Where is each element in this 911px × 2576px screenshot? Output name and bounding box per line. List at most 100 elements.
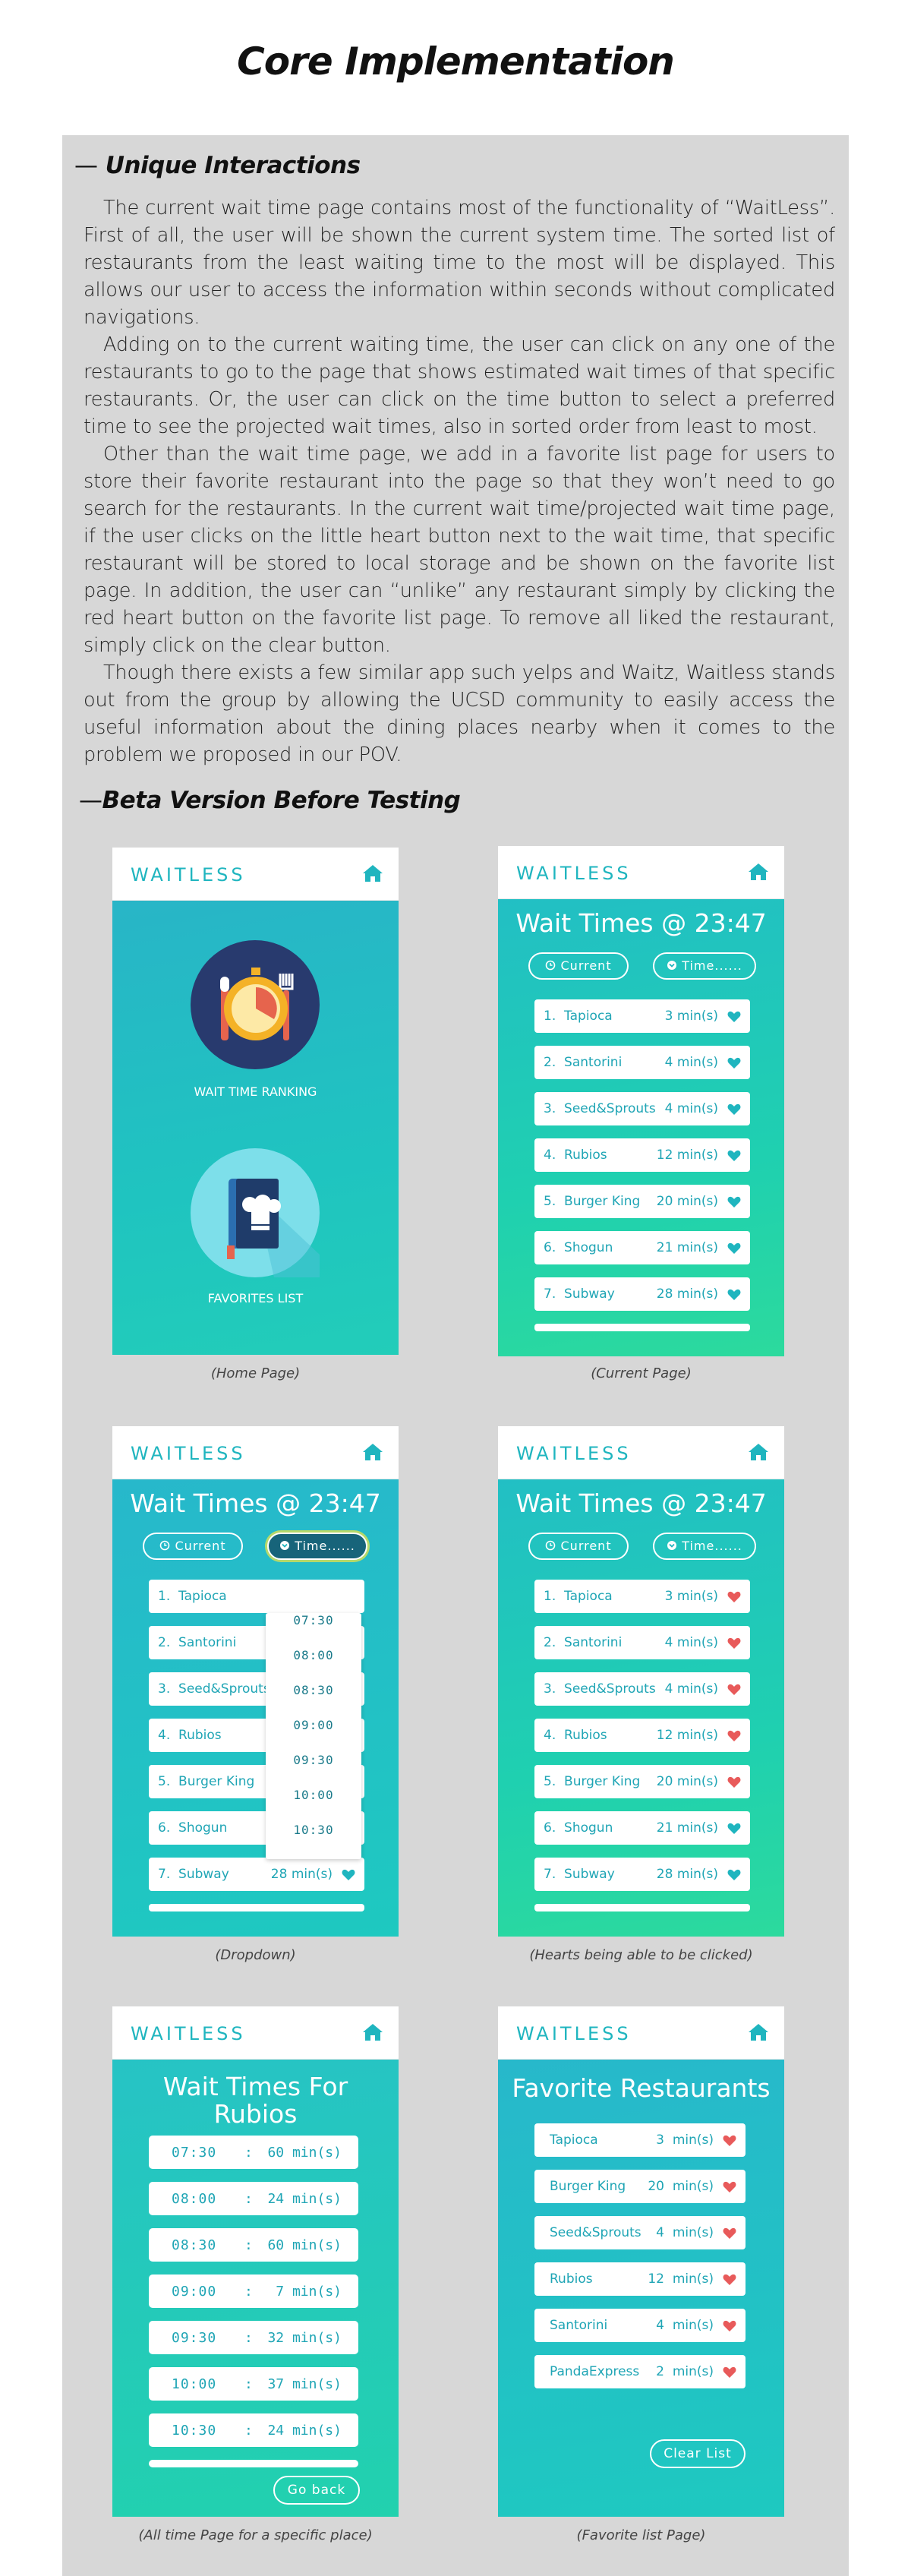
dropdown-option[interactable]: 10:30 xyxy=(266,1823,361,1858)
heart-icon[interactable] xyxy=(727,1150,741,1162)
chevron-down-icon xyxy=(667,1540,677,1551)
restaurant-name: Rubios xyxy=(178,1728,222,1743)
rank: 2. xyxy=(158,1635,171,1650)
heart-icon-liked[interactable] xyxy=(727,1684,741,1696)
home-icon[interactable] xyxy=(362,863,383,883)
heart-icon[interactable] xyxy=(727,1057,741,1069)
time-slot: 10:00 xyxy=(172,2376,217,2392)
favorites-list-label[interactable]: FAVORITES LIST xyxy=(112,1291,399,1305)
list-item[interactable]: 5. Burger King 20 min(s) xyxy=(534,1765,750,1798)
chef-book-icon[interactable] xyxy=(191,1148,320,1277)
home-icon[interactable] xyxy=(362,1442,383,1462)
heart-icon[interactable] xyxy=(727,1103,741,1116)
wait-value: 20 xyxy=(648,2179,664,2194)
heart-icon[interactable] xyxy=(727,1869,741,1881)
rank: 7. xyxy=(544,1867,556,1882)
list-item[interactable]: 4. Rubios 12 min(s) xyxy=(534,1719,750,1752)
timer-fork-knife-icon[interactable] xyxy=(191,940,320,1069)
clear-list-button[interactable]: Clear List xyxy=(650,2439,746,2468)
restaurant-name: Santorini xyxy=(178,1635,237,1650)
list-item[interactable]: 6. Shogun 21 min(s) xyxy=(534,1231,750,1264)
heart-icon-liked[interactable] xyxy=(723,2135,736,2147)
restaurant-name: Tapioca xyxy=(564,1009,613,1024)
wait-value: 60 min(s) xyxy=(267,2145,342,2161)
heart-icon[interactable] xyxy=(727,1011,741,1023)
brand-logo: WAITLESS xyxy=(131,864,246,886)
app-header: WAITLESS xyxy=(112,2006,399,2060)
heart-icon-liked[interactable] xyxy=(723,2227,736,2240)
heart-icon[interactable] xyxy=(727,1242,741,1255)
dropdown-option[interactable]: 08:00 xyxy=(266,1648,361,1683)
wait-value: 7 min(s) xyxy=(276,2284,342,2300)
time-button-active[interactable]: Time...... xyxy=(267,1533,367,1560)
list-item-partial xyxy=(534,1324,750,1331)
current-body: Wait Times @ 23:47 Current Time...... 1.… xyxy=(498,899,784,1356)
wait-time: 4 min(s) xyxy=(664,1681,718,1697)
wait-value: 32 min(s) xyxy=(267,2330,342,2346)
heart-icon-liked[interactable] xyxy=(727,1591,741,1603)
dropdown-option[interactable]: 07:30 xyxy=(266,1613,361,1648)
heart-icon[interactable] xyxy=(342,1869,355,1881)
favorite-item[interactable]: Burger King 20 min(s) xyxy=(534,2170,746,2203)
wait-value: 4 xyxy=(656,2225,664,2240)
home-icon[interactable] xyxy=(748,2022,769,2042)
list-item[interactable]: 6. Shogun 21 min(s) xyxy=(534,1811,750,1845)
list-item[interactable]: 2. Santorini 4 min(s) xyxy=(534,1626,750,1659)
list-item[interactable]: 4. Rubios 12 min(s) xyxy=(534,1138,750,1172)
chevron-down-icon xyxy=(667,960,677,971)
wait-time: 28 min(s) xyxy=(656,1286,718,1302)
favorite-item[interactable]: Santorini 4 min(s) xyxy=(534,2309,746,2342)
list-item[interactable]: 5. Burger King 20 min(s) xyxy=(534,1185,750,1218)
list-item[interactable]: 1. Tapioca xyxy=(149,1580,364,1613)
home-icon[interactable] xyxy=(748,1442,769,1462)
favorite-item[interactable]: Rubios 12 min(s) xyxy=(534,2262,746,2296)
home-icon[interactable] xyxy=(748,862,769,882)
heart-icon[interactable] xyxy=(727,1196,741,1208)
wait-time: 4 min(s) xyxy=(664,1635,718,1650)
list-item[interactable]: 7. Subway 28 min(s) xyxy=(149,1858,364,1891)
current-button[interactable]: Current xyxy=(528,1533,629,1560)
list-item[interactable]: 3. Seed&Sprouts 4 min(s) xyxy=(534,1672,750,1706)
restaurant-name: Shogun xyxy=(564,1820,613,1836)
heart-icon[interactable] xyxy=(727,1289,741,1301)
home-icon[interactable] xyxy=(362,2022,383,2042)
wait-time: 3 min(s) xyxy=(664,1589,718,1604)
dropdown-option[interactable]: 09:30 xyxy=(266,1753,361,1788)
current-button[interactable]: Current xyxy=(143,1533,243,1560)
favorite-item[interactable]: PandaExpress 2 min(s) xyxy=(534,2355,746,2388)
list-item[interactable]: 1. Tapioca 3 min(s) xyxy=(534,999,750,1033)
wait-time-ranking-label[interactable]: WAIT TIME RANKING xyxy=(112,1084,399,1099)
favorite-item[interactable]: Tapioca 3 min(s) xyxy=(534,2123,746,2157)
go-back-button[interactable]: Go back xyxy=(273,2476,360,2505)
dropdown-option[interactable]: 09:00 xyxy=(266,1718,361,1753)
rank: 2. xyxy=(544,1635,556,1650)
time-slot: 10:30 xyxy=(172,2423,217,2439)
heart-icon-liked[interactable] xyxy=(727,1637,741,1649)
dropdown-option[interactable]: 08:30 xyxy=(266,1683,361,1718)
restaurant-name: Santorini xyxy=(564,1055,623,1070)
time-button[interactable]: Time...... xyxy=(653,1533,756,1560)
favorite-item[interactable]: Seed&Sprouts 4 min(s) xyxy=(534,2216,746,2249)
heart-icon-liked[interactable] xyxy=(723,2366,736,2379)
separator: : xyxy=(244,2145,253,2161)
wait-time: 21 min(s) xyxy=(656,1240,718,1255)
list-item[interactable]: 7. Subway 28 min(s) xyxy=(534,1858,750,1891)
heart-icon-liked[interactable] xyxy=(723,2320,736,2332)
heart-icon-liked[interactable] xyxy=(723,2181,736,2193)
time-button[interactable]: Time...... xyxy=(653,952,756,980)
clock-icon xyxy=(545,1540,556,1551)
heart-icon[interactable] xyxy=(727,1823,741,1835)
list-item[interactable]: 7. Subway 28 min(s) xyxy=(534,1277,750,1311)
list-item[interactable]: 1. Tapioca 3 min(s) xyxy=(534,1580,750,1613)
list-item[interactable]: 2. Santorini 4 min(s) xyxy=(534,1046,750,1079)
restaurant-name: Burger King xyxy=(550,2179,626,2194)
wait-time: 4 min(s) xyxy=(664,1101,718,1116)
dropdown-option[interactable]: 10:00 xyxy=(266,1788,361,1823)
heart-icon-liked[interactable] xyxy=(727,1776,741,1788)
current-button[interactable]: Current xyxy=(528,952,629,980)
heart-icon-liked[interactable] xyxy=(727,1730,741,1742)
favorite-body: Favorite Restaurants Tapioca 3 min(s) Bur… xyxy=(498,2060,784,2517)
heart-icon-liked[interactable] xyxy=(723,2274,736,2286)
paragraph: Adding on to the current waiting time, t… xyxy=(84,333,835,438)
list-item[interactable]: 3. Seed&Sprouts 4 min(s) xyxy=(534,1092,750,1125)
